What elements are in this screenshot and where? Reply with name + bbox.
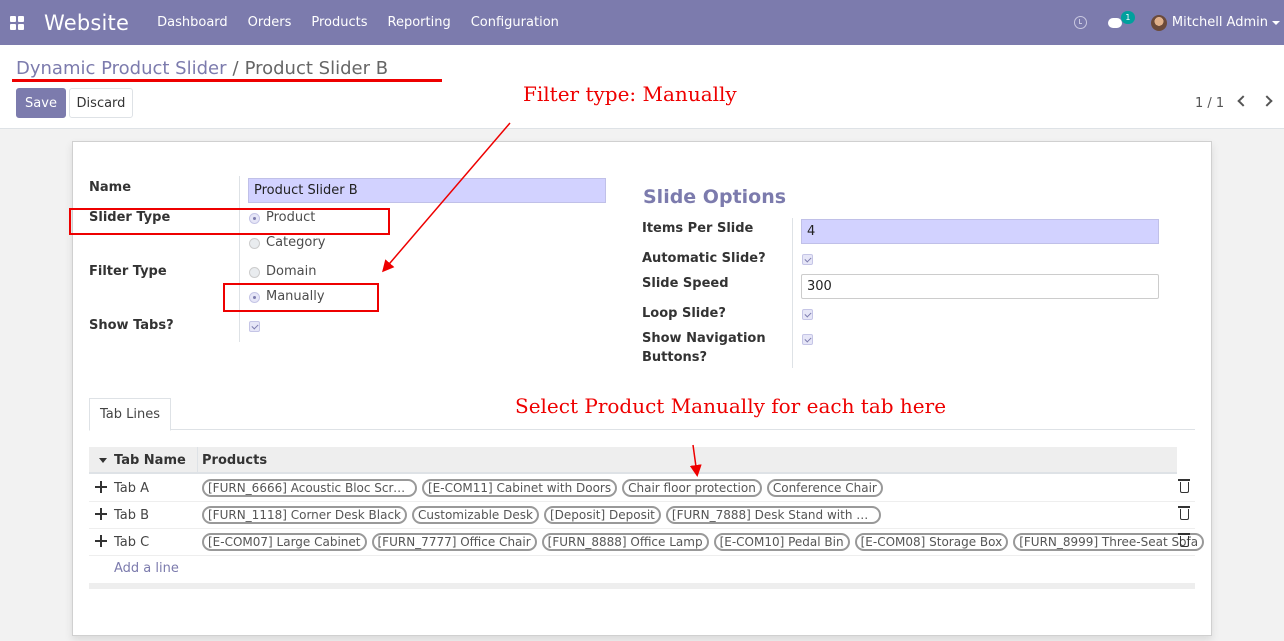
annotation-arrow-filter xyxy=(382,122,511,273)
annotation-arrow-products xyxy=(689,444,702,477)
annotation-arrows xyxy=(382,122,702,477)
